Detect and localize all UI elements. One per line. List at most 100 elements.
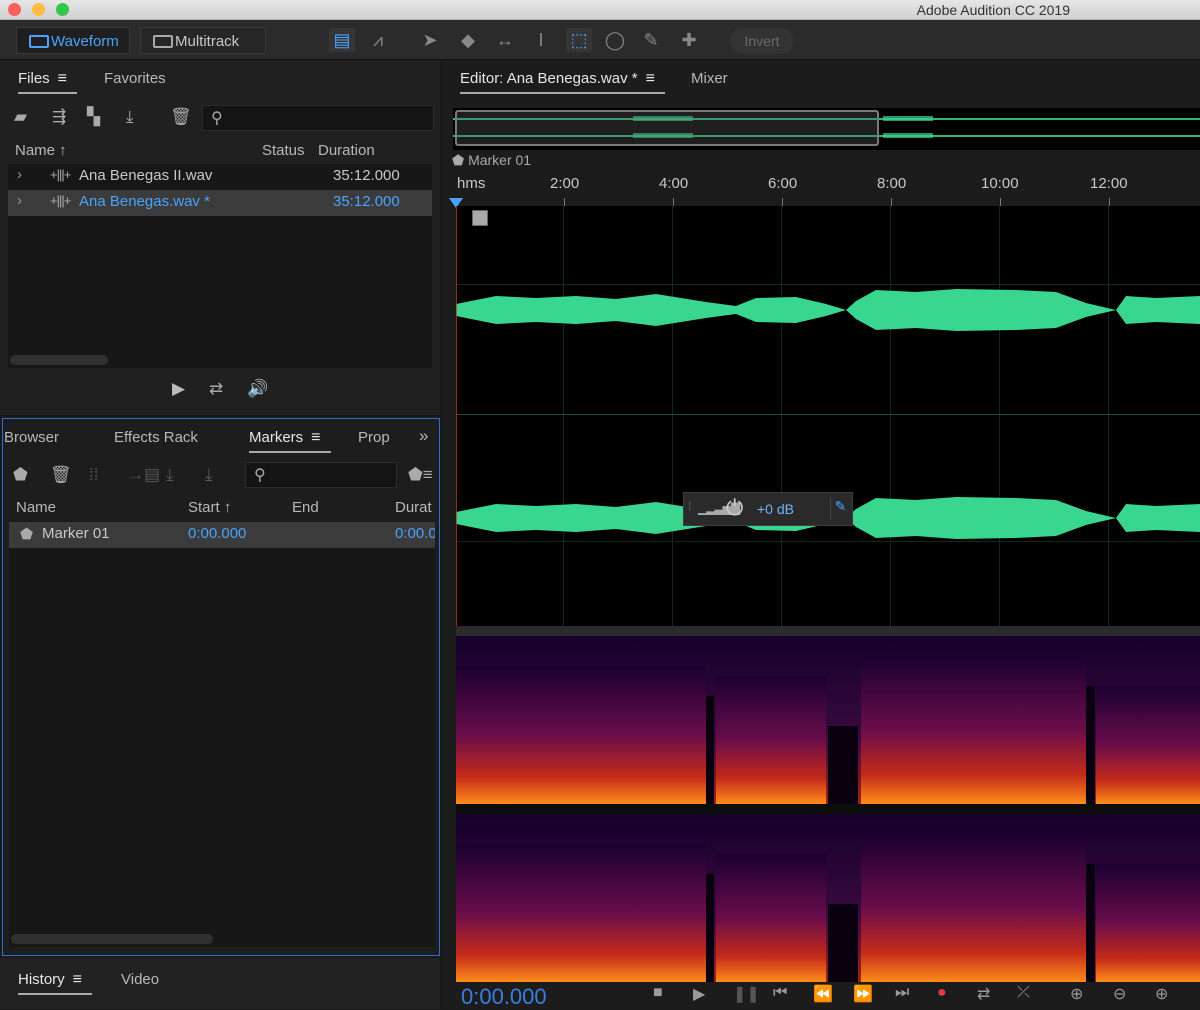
overview-navigator[interactable] — [453, 108, 1200, 150]
new-file-icon[interactable]: ▚ — [87, 107, 100, 127]
gain-value[interactable]: +0 dB — [757, 501, 794, 517]
panel-menu-icon[interactable]: ≡ — [58, 70, 67, 87]
loop-preview-icon[interactable]: ⇄ — [209, 379, 223, 399]
move-tool-icon[interactable]: ➤ — [417, 28, 443, 52]
play-preview-icon[interactable]: ▶ — [172, 379, 185, 399]
slip-tool-icon[interactable]: ↔ — [492, 28, 518, 52]
show-waveform-editor-icon[interactable]: ▤ — [329, 28, 355, 52]
tab-mixer[interactable]: Mixer — [691, 70, 728, 87]
zoom-in-amplitude-icon[interactable]: ⊕ — [1070, 984, 1083, 1004]
panel-menu-icon[interactable]: ≡ — [311, 429, 320, 446]
stop-icon[interactable]: ■ — [653, 984, 663, 1002]
column-name[interactable]: Name — [16, 499, 56, 516]
column-name[interactable]: Name ↑ — [15, 142, 67, 159]
previous-icon[interactable]: ⏮ — [773, 984, 787, 1002]
multitrack-view-button[interactable]: Multitrack — [140, 27, 266, 54]
gain-knob-icon[interactable]: ⏻ — [726, 495, 743, 521]
more-tabs-icon[interactable]: » — [419, 426, 428, 446]
panel-menu-icon[interactable]: ≡ — [646, 70, 655, 87]
add-marker-icon[interactable]: ⬟ — [13, 465, 28, 485]
tab-properties[interactable]: Prop — [358, 429, 390, 446]
skip-selection-icon[interactable]: ⤫ — [1017, 984, 1030, 1002]
panel-menu-icon[interactable]: ≡ — [73, 971, 82, 988]
expand-chevron-icon[interactable]: › — [17, 192, 22, 209]
files-horizontal-scrollbar[interactable] — [10, 355, 108, 365]
column-duration[interactable]: Durat — [395, 499, 432, 516]
multitrack-icon — [153, 35, 173, 48]
play-icon[interactable]: ▶ — [693, 984, 705, 1004]
waveform-view-button[interactable]: Waveform — [16, 27, 130, 54]
export-audio-icon[interactable]: ⤓ — [166, 465, 174, 485]
tab-history[interactable]: History ≡ — [18, 971, 93, 995]
tab-editor[interactable]: Editor: Ana Benegas.wav * ≡ — [460, 70, 665, 94]
minimize-window-button[interactable] — [32, 3, 45, 16]
fast-forward-icon[interactable]: ⏩ — [853, 984, 873, 1004]
fade-handle-icon[interactable] — [472, 210, 488, 226]
marker-duration[interactable]: 0:00.0 — [395, 525, 435, 542]
next-icon[interactable]: ⏭ — [895, 984, 909, 1002]
spectral-frequency-display[interactable] — [456, 636, 1200, 982]
spot-healing-brush-icon[interactable]: ✚ — [676, 28, 702, 52]
insert-into-playlist-icon[interactable]: →▤ — [127, 465, 160, 485]
file-row-selected[interactable]: › +|||+ Ana Benegas.wav * 35:12.000 — [8, 190, 432, 216]
marquee-selection-tool-icon[interactable]: ⬚ — [566, 28, 592, 52]
close-window-button[interactable] — [8, 3, 21, 16]
zoom-in-time-icon[interactable]: ⊕ — [1155, 984, 1168, 1004]
time-ruler[interactable]: hms 2:00 4:00 6:00 8:00 10:00 12:00 — [449, 170, 1200, 208]
tab-browser[interactable]: Browser — [4, 429, 59, 446]
import-file-icon[interactable]: ⇶ — [52, 107, 66, 127]
tab-files-label: Files — [18, 70, 50, 87]
column-start[interactable]: Start ↑ — [188, 499, 231, 516]
zoom-window-button[interactable] — [56, 3, 69, 16]
tab-effects-rack[interactable]: Effects Rack — [114, 429, 198, 446]
rewind-icon[interactable]: ⏪ — [813, 984, 833, 1004]
tab-markers[interactable]: Markers ≡ — [249, 429, 330, 453]
delete-marker-icon[interactable]: 🗑 — [50, 465, 72, 485]
pause-icon[interactable]: ❚❚ — [733, 984, 760, 1004]
main-toolbar: Waveform Multitrack ▤ ⩘ ➤ ◆ ↔ I ⬚ ◯ ✎ ✚ … — [0, 20, 1200, 60]
razor-tool-icon[interactable]: ◆ — [455, 28, 481, 52]
ruler-tick — [673, 198, 674, 206]
merge-markers-icon[interactable]: ⁞⁞ — [89, 465, 98, 485]
waveform-display[interactable]: ⁞ ▁▂▃▅▇ ⏻ +0 dB ✎ — [456, 206, 1200, 626]
markers-search-input[interactable]: ⚲ — [245, 462, 397, 488]
column-end[interactable]: End — [292, 499, 319, 516]
invert-button[interactable]: Invert — [730, 28, 794, 54]
open-file-icon[interactable]: ▰ — [14, 107, 27, 127]
gain-hud[interactable]: ⁞ ▁▂▃▅▇ ⏻ +0 dB ✎ — [683, 492, 853, 526]
current-time-display[interactable]: 0:00.000 — [461, 984, 547, 1010]
brush-selection-tool-icon[interactable]: ✎ — [638, 28, 664, 52]
ruler-tick — [891, 198, 892, 206]
tab-files[interactable]: Files ≡ — [18, 70, 78, 94]
marker-filter-icon[interactable]: ⬟≡ — [408, 465, 433, 485]
file-row[interactable]: › +|||+ Ana Benegas II.wav 35:12.000 — [8, 164, 432, 190]
audio-file-icon: +|||+ — [50, 193, 71, 208]
insert-into-multitrack-icon[interactable]: ⤓ — [205, 465, 213, 485]
ruler-unit-label: hms — [457, 175, 486, 192]
record-icon[interactable]: ● — [937, 984, 947, 1002]
pin-hud-icon[interactable]: ✎ — [830, 498, 850, 520]
column-status[interactable]: Status — [262, 142, 305, 159]
column-duration[interactable]: Duration — [318, 142, 375, 159]
files-search-input[interactable]: ⚲ — [202, 105, 434, 131]
close-file-icon[interactable]: 🗑 — [170, 107, 192, 127]
marker-start[interactable]: 0:00.000 — [188, 525, 246, 542]
marker-flag[interactable]: ⬟ Marker 01 — [452, 152, 531, 169]
time-selection-tool-icon[interactable]: I — [528, 28, 554, 52]
drag-handle-icon[interactable]: ⁞ — [688, 499, 691, 513]
zoom-out-amplitude-icon[interactable]: ⊖ — [1113, 984, 1126, 1004]
tab-video[interactable]: Video — [121, 971, 159, 988]
editor-panel: Editor: Ana Benegas.wav * ≡ Mixer ⬟ Marke… — [443, 60, 1200, 1009]
expand-chevron-icon[interactable]: › — [17, 166, 22, 183]
overview-zoom-range[interactable] — [455, 110, 879, 146]
lasso-tool-icon[interactable]: ◯ — [602, 28, 628, 52]
tab-favorites[interactable]: Favorites — [104, 70, 166, 87]
marker-row[interactable]: ⬟ Marker 01 0:00.000 0:00.0 — [9, 522, 435, 548]
show-spectral-display-icon[interactable]: ⩘ — [365, 28, 391, 52]
insert-into-multitrack-icon[interactable]: ⤓ — [126, 107, 134, 127]
auto-play-icon[interactable]: 🔊 — [247, 379, 268, 399]
markers-horizontal-scrollbar[interactable] — [11, 934, 213, 944]
column-name-label: Name — [15, 142, 56, 159]
spectral-splitter[interactable] — [456, 626, 1200, 636]
loop-playback-icon[interactable]: ⇄ — [977, 984, 990, 1004]
